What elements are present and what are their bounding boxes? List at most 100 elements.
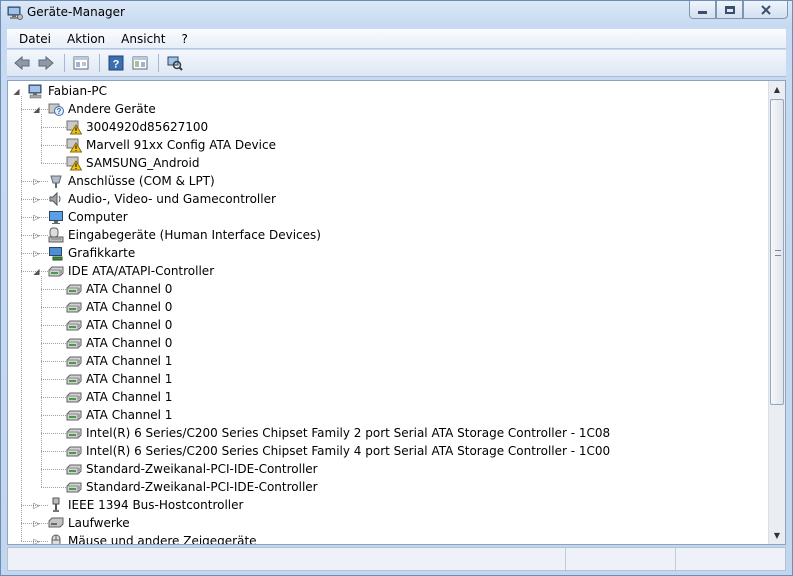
toolbar-separator [99, 54, 100, 72]
console-tree-icon [132, 56, 148, 70]
tree-item[interactable]: Anschlüsse (COM & LPT) [48, 172, 215, 190]
tree-item[interactable]: IEEE 1394 Bus-Hostcontroller [48, 496, 243, 514]
tree-item-label: Eingabegeräte (Human Interface Devices) [68, 228, 321, 242]
collapse-arrow-icon[interactable]: ◢ [32, 105, 41, 114]
close-icon [760, 4, 771, 15]
status-panel-main [8, 548, 566, 570]
menu-aktion[interactable]: Aktion [59, 32, 113, 46]
maximize-button[interactable] [716, 1, 743, 19]
scroll-up-button[interactable]: ▲ [769, 81, 785, 98]
tree-item[interactable]: IDE ATA/ATAPI-Controller [48, 262, 214, 280]
status-panel-2 [566, 548, 676, 570]
tree-connector [41, 163, 66, 164]
tree-item[interactable]: Audio-, Video- und Gamecontroller [48, 190, 276, 208]
tree-item-label: Andere Geräte [68, 102, 156, 116]
ide-icon [66, 407, 82, 423]
tree-item-label: Audio-, Video- und Gamecontroller [68, 192, 276, 206]
vertical-scrollbar[interactable]: ▲ ▼ [768, 81, 785, 544]
scroll-down-icon: ▼ [773, 531, 781, 540]
tree-connector [41, 487, 66, 488]
tree-guide-line [21, 96, 22, 541]
tree-item[interactable]: ? Andere Geräte [48, 100, 156, 118]
tree-item[interactable]: Intel(R) 6 Series/C200 Series Chipset Fa… [66, 442, 610, 460]
scroll-down-button[interactable]: ▼ [769, 527, 785, 544]
tree-item[interactable]: ATA Channel 1 [66, 370, 172, 388]
tree-item-label: ATA Channel 0 [86, 336, 173, 350]
tree-connector [41, 343, 66, 344]
collapse-arrow-icon[interactable]: ◢ [12, 87, 21, 96]
tree-item[interactable]: Intel(R) 6 Series/C200 Series Chipset Fa… [66, 424, 610, 442]
computer-icon [28, 83, 44, 99]
tree-item[interactable]: ATA Channel 0 [66, 334, 172, 352]
back-icon [14, 55, 30, 71]
tree-item-label: SAMSUNG_Android [86, 156, 200, 170]
minimize-button[interactable] [689, 1, 716, 19]
expand-arrow-icon[interactable]: ▷ [32, 177, 41, 186]
tree-item[interactable]: Mäuse und andere Zeigegeräte [48, 532, 257, 544]
ide-icon [48, 263, 64, 279]
tree-item-label: Fabian-PC [48, 84, 108, 98]
tree-item[interactable]: ATA Channel 1 [66, 352, 172, 370]
tree-connector [41, 451, 66, 452]
window-title: Geräte-Manager [27, 5, 125, 19]
help-icon: ? [108, 55, 124, 71]
tree-connector [41, 145, 66, 146]
menu-ansicht[interactable]: Ansicht [113, 32, 173, 46]
monitor-icon [48, 209, 64, 225]
expand-arrow-icon[interactable]: ▷ [32, 501, 41, 510]
ide-icon [66, 479, 82, 495]
tree-item-label: Grafikkarte [68, 246, 136, 260]
help-button[interactable]: ? [105, 53, 127, 73]
tree-item[interactable]: 3004920d85627100 [66, 118, 208, 136]
tree-item[interactable]: Standard-Zweikanal-PCI-IDE-Controller [66, 478, 318, 496]
ide-icon [66, 371, 82, 387]
expand-arrow-icon[interactable]: ▷ [32, 231, 41, 240]
expand-arrow-icon[interactable]: ▷ [32, 195, 41, 204]
menu-datei[interactable]: Datei [11, 32, 59, 46]
tree-item-label: Marvell 91xx Config ATA Device [86, 138, 276, 152]
scan-hardware-button[interactable] [164, 53, 186, 73]
tree-item[interactable]: Fabian-PC [28, 82, 107, 100]
tree-item[interactable]: SAMSUNG_Android [66, 154, 199, 172]
tree-connector [41, 379, 66, 380]
collapse-arrow-icon[interactable]: ◢ [32, 267, 41, 276]
tree-item[interactable]: Laufwerke [48, 514, 130, 532]
ide-icon [66, 353, 82, 369]
device-tree-pane: Fabian-PC ◢ ? Andere Geräte ◢ 3004920d8562710… [7, 80, 786, 545]
device-tree: Fabian-PC ◢ ? Andere Geräte ◢ 3004920d8562710… [8, 81, 768, 544]
tree-item[interactable]: Computer [48, 208, 128, 226]
tree-item[interactable]: Marvell 91xx Config ATA Device [66, 136, 276, 154]
tree-item[interactable]: Standard-Zweikanal-PCI-IDE-Controller [66, 460, 318, 478]
port-icon [48, 173, 64, 189]
warning-icon [66, 155, 83, 171]
expand-arrow-icon[interactable]: ▷ [32, 537, 41, 544]
title-bar[interactable]: Geräte-Manager [1, 1, 792, 27]
console-tree-button[interactable] [129, 53, 151, 73]
scrollbar-thumb[interactable] [770, 99, 784, 405]
tree-item[interactable]: ATA Channel 0 [66, 298, 172, 316]
menu-help[interactable]: ? [173, 32, 195, 46]
close-button[interactable] [743, 1, 788, 19]
tree-item-label: 3004920d85627100 [86, 120, 209, 134]
expand-arrow-icon[interactable]: ▷ [32, 249, 41, 258]
svg-text:?: ? [113, 59, 120, 71]
expand-arrow-icon[interactable]: ▷ [32, 213, 41, 222]
forward-button[interactable] [35, 53, 57, 73]
toolbar-separator [158, 54, 159, 72]
tree-item-label: Anschlüsse (COM & LPT) [68, 174, 215, 188]
tree-item[interactable]: Eingabegeräte (Human Interface Devices) [48, 226, 321, 244]
back-button[interactable] [11, 53, 33, 73]
expand-arrow-icon[interactable]: ▷ [32, 519, 41, 528]
tree-item[interactable]: Grafikkarte [48, 244, 135, 262]
tree-item[interactable]: ATA Channel 1 [66, 388, 172, 406]
tree-item[interactable]: ATA Channel 0 [66, 280, 172, 298]
tree-item-label: Mäuse und andere Zeigegeräte [68, 534, 257, 544]
tree-item[interactable]: ATA Channel 0 [66, 316, 172, 334]
display-icon [48, 245, 64, 261]
properties-view-button[interactable] [70, 53, 92, 73]
tree-guide-line [41, 276, 42, 487]
toolbar: ? [7, 50, 786, 77]
scan-hardware-icon [167, 56, 183, 71]
tree-item[interactable]: ATA Channel 1 [66, 406, 172, 424]
device-manager-app-icon [7, 5, 23, 21]
